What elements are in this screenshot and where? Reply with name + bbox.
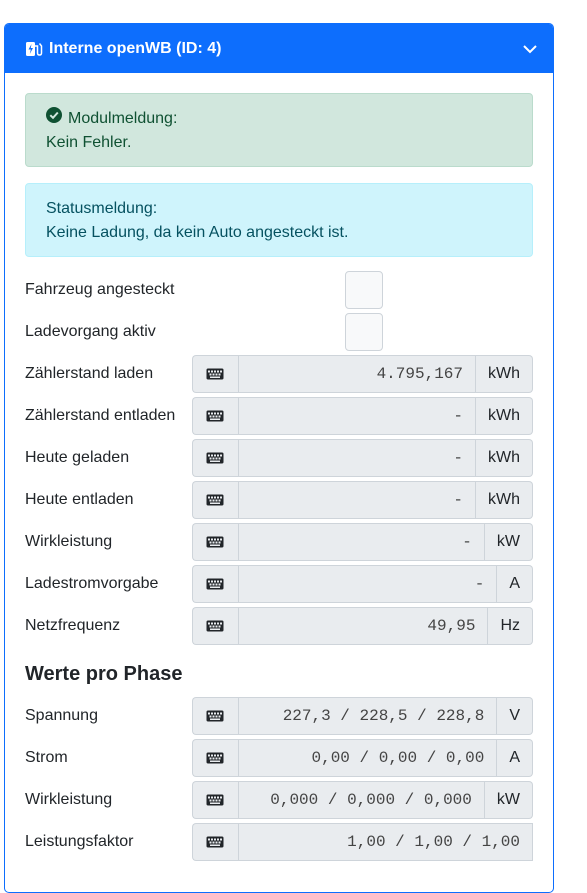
readonly-input-group: 1,00 / 1,00 / 1,00: [191, 823, 533, 861]
status-message-text: Keine Ladung, da kein Auto angesteckt is…: [46, 224, 349, 241]
module-message-alert: Modulmeldung: Kein Fehler.: [25, 93, 533, 167]
charging-active-checkbox[interactable]: [345, 313, 383, 351]
readonly-value-field[interactable]: -: [237, 565, 498, 603]
charge-point-card: Interne openWB (ID: 4) Modulmeldung: Kei…: [4, 23, 554, 893]
field-label: Wirkleistung: [25, 533, 113, 550]
keyboard-icon: [191, 565, 238, 603]
vehicle-plugged-label: Fahrzeug angesteckt: [25, 281, 175, 298]
readonly-value-field[interactable]: -: [237, 523, 485, 561]
readonly-value-field[interactable]: 227,3 / 228,5 / 228,8: [237, 697, 498, 735]
card-header[interactable]: Interne openWB (ID: 4): [5, 24, 553, 73]
status-message-title: Statusmeldung:: [46, 200, 158, 217]
check-circle-icon: [46, 107, 62, 131]
field-label: Strom: [25, 749, 68, 766]
measurement-row: Wirkleistung - kW: [25, 521, 533, 563]
readonly-input-group: 227,3 / 228,5 / 228,8 V: [191, 697, 533, 735]
field-label: Leistungsfaktor: [25, 833, 134, 850]
keyboard-icon: [191, 697, 238, 735]
keyboard-icon: [191, 355, 238, 393]
card-title-text: Interne openWB (ID: 4): [49, 39, 222, 57]
charging-station-icon: [25, 41, 43, 57]
readonly-input-group: 49,95 Hz: [191, 607, 533, 645]
keyboard-icon: [191, 439, 238, 477]
readonly-input-group: - kWh: [191, 439, 533, 477]
readonly-value-field[interactable]: 4.795,167: [237, 355, 476, 393]
measurement-row: Netzfrequenz 49,95 Hz: [25, 605, 533, 647]
readonly-input-group: - kW: [191, 523, 533, 561]
unit-label: kWh: [476, 355, 533, 393]
field-label: Spannung: [25, 707, 98, 724]
keyboard-icon: [191, 397, 238, 435]
phase-measurement-row: Wirkleistung 0,000 / 0,000 / 0,000 kW: [25, 779, 533, 821]
unit-label: Hz: [488, 607, 533, 645]
field-label: Wirkleistung: [25, 791, 113, 808]
keyboard-icon: [191, 607, 238, 645]
measurement-row: Heute geladen - kWh: [25, 437, 533, 479]
unit-label: kW: [484, 523, 533, 561]
readonly-value-field[interactable]: 0,000 / 0,000 / 0,000: [237, 781, 485, 819]
measurement-row: Zählerstand laden 4.795,167 kWh: [25, 353, 533, 395]
phase-measurement-row: Strom 0,00 / 0,00 / 0,00 A: [25, 737, 533, 779]
unit-label: kWh: [476, 439, 533, 477]
keyboard-icon: [191, 739, 238, 777]
charging-active-row: Ladevorgang aktiv: [25, 311, 533, 353]
module-message-title: Modulmeldung:: [68, 110, 178, 127]
field-label: Zählerstand laden: [25, 365, 154, 382]
keyboard-icon: [191, 523, 238, 561]
phase-measurement-row: Spannung 227,3 / 228,5 / 228,8 V: [25, 695, 533, 737]
chevron-down-icon[interactable]: [523, 44, 537, 54]
field-label: Zählerstand entladen: [25, 407, 176, 424]
readonly-value-field[interactable]: -: [237, 397, 476, 435]
field-label: Heute entladen: [25, 491, 134, 508]
field-label: Netzfrequenz: [25, 617, 121, 634]
unit-label: kWh: [476, 397, 533, 435]
readonly-input-group: 0,000 / 0,000 / 0,000 kW: [191, 781, 533, 819]
readonly-input-group: - kWh: [191, 481, 533, 519]
keyboard-icon: [191, 481, 238, 519]
readonly-input-group: - kWh: [191, 397, 533, 435]
field-label: Heute geladen: [25, 449, 130, 466]
phase-measurement-row: Leistungsfaktor 1,00 / 1,00 / 1,00: [25, 821, 533, 863]
readonly-input-group: 4.795,167 kWh: [191, 355, 533, 393]
readonly-value-field[interactable]: 0,00 / 0,00 / 0,00: [237, 739, 498, 777]
phase-section-title: Werte pro Phase: [25, 663, 183, 685]
card-title: Interne openWB (ID: 4): [25, 40, 523, 58]
measurement-row: Heute entladen - kWh: [25, 479, 533, 521]
readonly-value-field[interactable]: 49,95: [237, 607, 489, 645]
field-label: Ladestromvorgabe: [25, 575, 159, 592]
unit-label: V: [497, 697, 533, 735]
readonly-value-field[interactable]: -: [237, 439, 476, 477]
vehicle-plugged-row: Fahrzeug angesteckt: [25, 269, 533, 311]
charging-active-label: Ladevorgang aktiv: [25, 323, 156, 340]
readonly-input-group: 0,00 / 0,00 / 0,00 A: [191, 739, 533, 777]
readonly-input-group: -A: [191, 565, 533, 603]
measurement-row: Zählerstand entladen - kWh: [25, 395, 533, 437]
module-message-text: Kein Fehler.: [46, 134, 132, 151]
unit-label: kW: [484, 781, 533, 819]
unit-label: A: [497, 565, 533, 603]
unit-label: A: [497, 739, 533, 777]
status-message-alert: Statusmeldung: Keine Ladung, da kein Aut…: [25, 183, 533, 257]
vehicle-plugged-checkbox[interactable]: [345, 271, 383, 309]
readonly-value-field[interactable]: 1,00 / 1,00 / 1,00: [237, 823, 533, 861]
keyboard-icon: [191, 823, 238, 861]
readonly-value-field[interactable]: -: [237, 481, 476, 519]
measurement-row: Ladestromvorgabe - A: [25, 563, 533, 605]
keyboard-icon: [191, 781, 238, 819]
unit-label: kWh: [476, 481, 533, 519]
card-body: Modulmeldung: Kein Fehler. Statusmeldung…: [5, 73, 553, 863]
